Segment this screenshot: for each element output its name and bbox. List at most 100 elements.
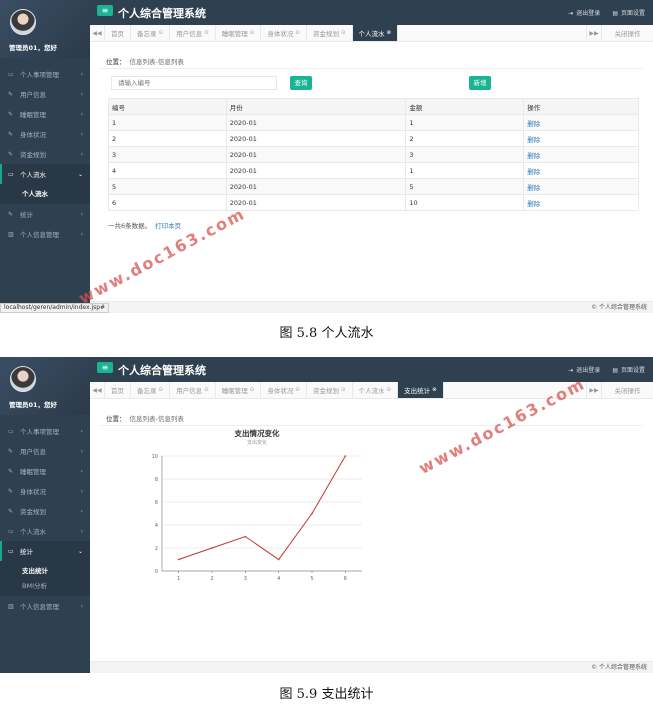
data-point[interactable]: [244, 535, 247, 538]
close-icon[interactable]: ⊙: [204, 30, 209, 36]
sidebar-item[interactable]: ✎ 资金规划 ‹: [0, 501, 90, 521]
close-ops-button[interactable]: 关闭操作: [601, 382, 653, 398]
y-tick-label: 2: [155, 546, 158, 552]
close-icon[interactable]: ⊙: [250, 387, 255, 393]
menu-toggle-button[interactable]: ≡: [97, 5, 113, 16]
tab-scroll-left-icon[interactable]: ◀◀: [90, 25, 105, 41]
tab[interactable]: 支出统计 ⊗: [398, 382, 444, 398]
system-title: 个人综合管理系统: [118, 364, 206, 377]
tab[interactable]: 备忘录 ⊙: [131, 25, 171, 41]
search-input[interactable]: [111, 76, 277, 90]
tab-scroll-right-icon[interactable]: ▶▶: [586, 25, 601, 41]
tab[interactable]: 备忘录 ⊙: [131, 382, 171, 398]
sidebar-nav: ▭ 个人事项管理 ‹ ✎ 用户信息 ‹ ✎ 睡眠管理 ‹ ✎ 身体状况 ‹ ✎ 资金规划 ‹ ▭ 个人流水 ‹ ▭ 统…: [0, 421, 90, 616]
x-tick-label: 2: [210, 576, 213, 582]
delete-link[interactable]: 删除: [523, 114, 639, 131]
sidebar-item[interactable]: ▭ 个人流水 ‹: [0, 521, 90, 541]
search-button[interactable]: 查询: [290, 76, 312, 90]
sidebar-item[interactable]: ✎ 身体状况 ‹: [0, 481, 90, 501]
close-icon[interactable]: ⊗: [432, 387, 437, 393]
data-point[interactable]: [277, 558, 280, 561]
print-page-link[interactable]: 打印本页: [155, 222, 181, 230]
close-icon[interactable]: ⊗: [387, 30, 392, 36]
tab[interactable]: 首页: [105, 382, 131, 398]
table-cell: 1: [405, 162, 525, 179]
tab[interactable]: 睡眠管理 ⊙: [216, 25, 262, 41]
chevron-left-icon: ‹: [80, 70, 83, 78]
sidebar-item[interactable]: ▭ 个人事项管理 ‹: [0, 64, 90, 84]
chevron-down-icon: ⌄: [77, 547, 83, 555]
data-point[interactable]: [344, 455, 347, 457]
tab[interactable]: 首页: [105, 25, 131, 41]
sidebar-item[interactable]: ✎ 睡眠管理 ‹: [0, 461, 90, 481]
delete-link[interactable]: 删除: [523, 194, 639, 211]
y-tick-label: 4: [155, 523, 158, 529]
page-settings-link[interactable]: ▤ 页面设置: [612, 365, 645, 374]
close-icon[interactable]: ⊙: [341, 387, 346, 393]
table-row: 2 2020-01 2 删除: [108, 130, 639, 147]
tab[interactable]: 用户信息 ⊙: [170, 25, 216, 41]
close-ops-button[interactable]: 关闭操作: [601, 25, 653, 41]
logout-link[interactable]: ⇥ 退出登录: [568, 8, 600, 17]
edit-icon: ✎: [8, 447, 14, 455]
top-header: ≡ 个人综合管理系统 ⇥ 退出登录 ▤ 页面设置: [90, 0, 653, 25]
add-button[interactable]: 新增: [469, 76, 491, 90]
expense-chart: 支出情况变化 支出变化 0 2 4 6 8 10 1 2 3 4 5 6: [132, 423, 382, 603]
sidebar-subitem[interactable]: BMI分析: [0, 577, 90, 592]
tab[interactable]: 个人流水 ⊗: [352, 25, 399, 41]
sidebar-item[interactable]: ▥ 个人信息管理 ‹: [0, 596, 90, 616]
sidebar-item[interactable]: ✎ 资金规划 ‹: [0, 144, 90, 164]
sidebar-item[interactable]: ✎ 用户信息 ‹: [0, 441, 90, 461]
tab[interactable]: 身体状况 ⊙: [261, 25, 307, 41]
data-point[interactable]: [177, 558, 180, 561]
sidebar-subitem[interactable]: 支出统计: [0, 562, 90, 577]
sidebar-item[interactable]: ▭ 统计 ⌄: [0, 541, 90, 561]
tab[interactable]: 资金规划 ⊙: [307, 25, 353, 41]
tab[interactable]: 睡眠管理 ⊙: [216, 382, 262, 398]
table-row: 1 2020-01 1 删除: [108, 114, 639, 131]
table-cell: 2020-01: [225, 162, 407, 179]
sidebar: 管理员01，您好 ▭ 个人事项管理 ‹ ✎ 用户信息 ‹ ✎ 睡眠管理 ‹ ✎ 身体状况 ‹ ✎ 资金规划…: [0, 357, 90, 673]
logout-icon: ⇥: [568, 367, 574, 374]
sidebar-item[interactable]: ✎ 统计 ‹: [0, 204, 90, 224]
y-tick-label: 8: [155, 477, 158, 483]
close-icon[interactable]: ⊙: [295, 30, 300, 36]
sidebar-item[interactable]: ✎ 睡眠管理 ‹: [0, 104, 90, 124]
chevron-left-icon: ‹: [80, 150, 83, 158]
tab[interactable]: 资金规划 ⊙: [307, 382, 353, 398]
close-icon[interactable]: ⊙: [250, 30, 255, 36]
data-point[interactable]: [211, 547, 213, 549]
close-icon[interactable]: ⊙: [341, 30, 346, 36]
close-icon[interactable]: ⊙: [295, 387, 300, 393]
avatar[interactable]: [10, 9, 36, 35]
data-point[interactable]: [311, 512, 313, 515]
sidebar-item[interactable]: ▥ 个人信息管理 ‹: [0, 224, 90, 244]
tab[interactable]: 个人流水 ⊙: [353, 382, 399, 398]
x-tick-label: 6: [344, 576, 347, 582]
close-icon[interactable]: ⊙: [204, 387, 209, 393]
delete-link[interactable]: 删除: [523, 130, 639, 147]
tab-scroll-left-icon[interactable]: ◀◀: [90, 382, 105, 398]
breadcrumb: 位置： 信息列表-信息列表: [106, 415, 184, 423]
sidebar-item[interactable]: ▭ 个人事项管理 ‹: [0, 421, 90, 441]
table-cell: 1: [108, 114, 227, 131]
tab[interactable]: 用户信息 ⊙: [170, 382, 216, 398]
delete-link[interactable]: 删除: [523, 178, 639, 195]
close-icon[interactable]: ⊙: [387, 387, 392, 393]
menu-toggle-button[interactable]: ≡: [97, 362, 113, 373]
delete-link[interactable]: 删除: [523, 146, 639, 163]
page-settings-link[interactable]: ▤ 页面设置: [612, 8, 645, 17]
sidebar-item[interactable]: ✎ 用户信息 ‹: [0, 84, 90, 104]
sidebar-item[interactable]: ▭ 个人流水 ⌄: [0, 164, 90, 184]
logout-link[interactable]: ⇥ 退出登录: [568, 365, 600, 374]
chevron-left-icon: ‹: [80, 507, 83, 515]
close-icon[interactable]: ⊙: [159, 387, 164, 393]
column-header: 操作: [523, 98, 639, 115]
close-icon[interactable]: ⊙: [159, 30, 164, 36]
sidebar-subitem[interactable]: 个人流水: [0, 185, 90, 200]
tab[interactable]: 身体状况 ⊙: [261, 382, 307, 398]
sidebar-item[interactable]: ✎ 身体状况 ‹: [0, 124, 90, 144]
avatar[interactable]: [10, 366, 36, 392]
sidebar-item-label: 统计: [20, 548, 33, 556]
delete-link[interactable]: 删除: [523, 162, 639, 179]
